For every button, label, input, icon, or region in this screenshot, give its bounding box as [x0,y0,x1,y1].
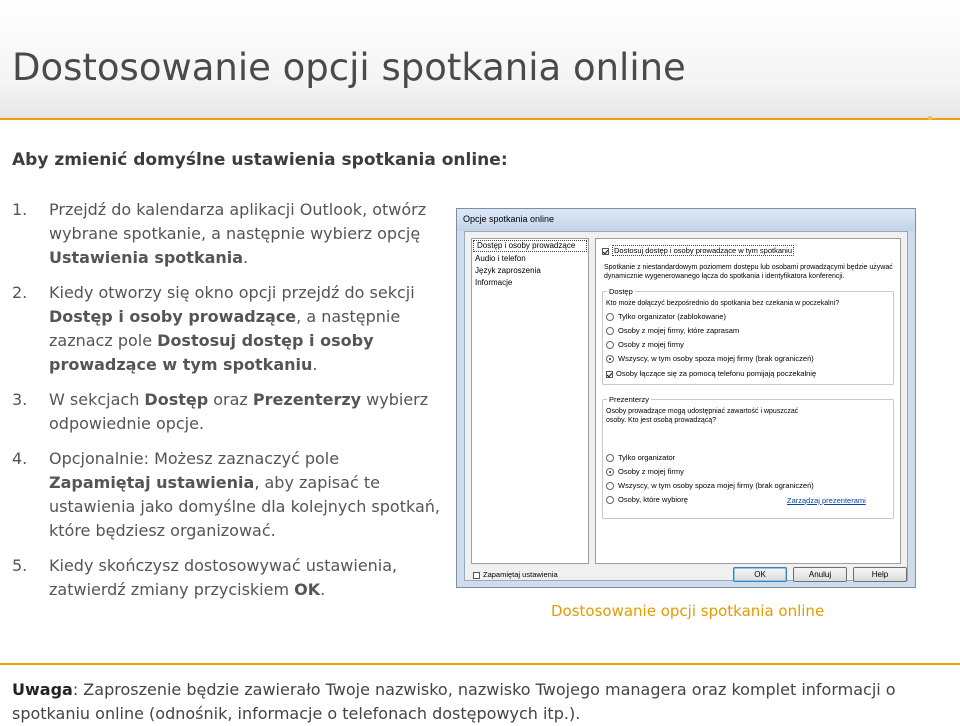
option-label: Tylko organizator (zablokowane) [618,312,726,321]
step-text: . [312,355,318,374]
option-label: Osoby łączące się za pomocą telefonu pom… [616,369,817,378]
radio-icon [606,468,614,477]
step-bold: Dostęp [144,390,209,409]
step-text: . [320,580,326,599]
dialog-nav-list: Dostęp i osoby prowadzące Audio i telefo… [471,238,589,564]
radio-icon [606,355,614,364]
step-4: 4. Opcjonalnie: Możesz zaznaczyć pole Zap… [12,447,442,543]
customize-access-checkbox[interactable]: Dostosuj dostęp i osoby prowadzące w tym… [602,245,795,256]
presenter-option-organizer[interactable]: Tylko organizator [606,453,676,463]
step-text: Kiedy skończysz dostosowywać ustawienia,… [49,556,398,599]
step-number: 2. [12,283,28,302]
checkbox-icon [602,247,609,255]
phone-bypass-checkbox[interactable]: Osoby łączące się za pomocą telefonu pom… [606,369,816,378]
access-option-invited[interactable]: Osoby z mojej firmy, które zaprasam [606,326,740,336]
radio-icon [606,341,614,350]
step-text: Kiedy otworzy się okno opcji przejdź do … [49,283,415,302]
nav-item-audio[interactable]: Audio i telefon [472,253,588,265]
step-bold: Dostęp i osoby prowadzące [49,307,297,326]
access-group-label: Dostęp [607,287,635,296]
figure-caption: Dostosowanie opcji spotkania online [551,602,825,620]
header-divider [0,118,960,120]
checkbox-icon [606,370,613,378]
note: Uwaga: Zaproszenie będzie zawierało Twoj… [12,678,952,726]
step-2: 2. Kiedy otworzy się okno opcji przejdź d… [12,281,442,377]
nav-item-access[interactable]: Dostęp i osoby prowadzące [473,240,587,252]
remember-settings-checkbox[interactable]: Zapamiętaj ustawienia [473,570,558,579]
option-label: Tylko organizator [618,453,676,462]
access-option-company[interactable]: Osoby z mojej firmy [606,340,684,350]
step-bold: Zapamiętaj ustawienia [49,473,255,492]
presenters-group-label: Prezenterzy [607,395,652,404]
step-number: 1. [12,200,28,219]
step-bold: Ustawienia spotkania [49,248,244,267]
option-label: Wszyscy, w tym osoby spoza mojej firmy (… [618,481,814,490]
radio-icon [606,313,614,322]
step-text: . [243,248,249,267]
radio-icon [606,454,614,463]
remember-settings-label: Zapamiętaj ustawienia [483,570,558,579]
nav-item-language[interactable]: Język zaproszenia [472,265,588,277]
note-text: : Zaproszenie będzie zawierało Twoje naz… [12,680,896,723]
access-question: Kto może dołączyć bezpośrednio do spotka… [606,300,840,307]
step-text: Przejdź do kalendarza aplikacji Outlook,… [49,200,427,243]
step-text: W sekcjach [49,390,145,409]
radio-icon [606,327,614,336]
step-bold: Prezenterzy [252,390,362,409]
step-text: oraz [208,390,253,409]
help-button[interactable]: Help [853,567,907,582]
footer-divider [0,663,960,665]
step-number: 3. [12,390,28,409]
dialog-settings-panel: Dostosuj dostęp i osoby prowadzące w tym… [595,238,901,564]
manage-presenters-link[interactable]: Zarządzaj prezenterami [787,496,866,505]
step-text: Opcjonalnie: Możesz zaznaczyć pole [49,449,340,468]
customize-access-label: Dostosuj dostęp i osoby prowadzące w tym… [612,245,795,256]
presenters-question: Osoby prowadzące mogą udostępniać zawart… [606,408,799,424]
customize-description: Spotkanie z niestandardowym poziomem dos… [604,264,893,280]
presenter-option-company[interactable]: Osoby z mojej firmy [606,467,684,477]
step-5: 5. Kiedy skończysz dostosowywać ustawieni… [12,554,442,602]
step-number: 4. [12,449,28,468]
checkbox-icon [473,571,480,579]
dialog-body: Dostęp i osoby prowadzące Audio i telefo… [464,231,908,582]
access-option-everyone[interactable]: Wszyscy, w tym osoby spoza mojej firmy (… [606,354,814,364]
access-group: Dostęp Kto może dołączyć bezpośrednio do… [602,287,894,385]
option-label: Osoby z mojej firmy [618,467,684,476]
nav-item-info[interactable]: Informacje [472,277,588,289]
note-label: Uwaga [12,680,73,699]
option-label: Osoby z mojej firmy, które zaprasam [618,326,740,335]
step-number: 5. [12,556,28,575]
presenter-option-selected[interactable]: Osoby, które wybiorę [606,495,688,505]
cancel-button[interactable]: Anuluj [793,567,847,582]
option-label: Wszyscy, w tym osoby spoza mojej firmy (… [618,354,814,363]
access-option-organizer[interactable]: Tylko organizator (zablokowane) [606,312,726,322]
meeting-options-dialog: Opcje spotkania online Dostęp i osoby pr… [456,208,916,588]
ok-button[interactable]: OK [733,567,787,582]
steps-list: 1. Przejdź do kalendarza aplikacji Outloo… [12,198,442,613]
option-label: Osoby z mojej firmy [618,340,684,349]
step-bold: OK [294,580,321,599]
step-3: 3. W sekcjach Dostęp oraz Prezenterzy wyb… [12,388,442,436]
dialog-title-bar: Opcje spotkania online [457,209,915,231]
header-accent-dot [928,116,932,120]
presenters-group: Prezenterzy Osoby prowadzące mogą udostę… [602,395,894,519]
step-1: 1. Przejdź do kalendarza aplikacji Outloo… [12,198,442,270]
page-title: Dostosowanie opcji spotkania online [12,46,686,89]
subheading: Aby zmienić domyślne ustawienia spotkani… [12,150,508,170]
dialog-title: Opcje spotkania online [463,214,555,224]
radio-icon [606,482,614,491]
radio-icon [606,496,614,505]
presenter-option-everyone[interactable]: Wszyscy, w tym osoby spoza mojej firmy (… [606,481,814,491]
option-label: Osoby, które wybiorę [618,495,688,504]
